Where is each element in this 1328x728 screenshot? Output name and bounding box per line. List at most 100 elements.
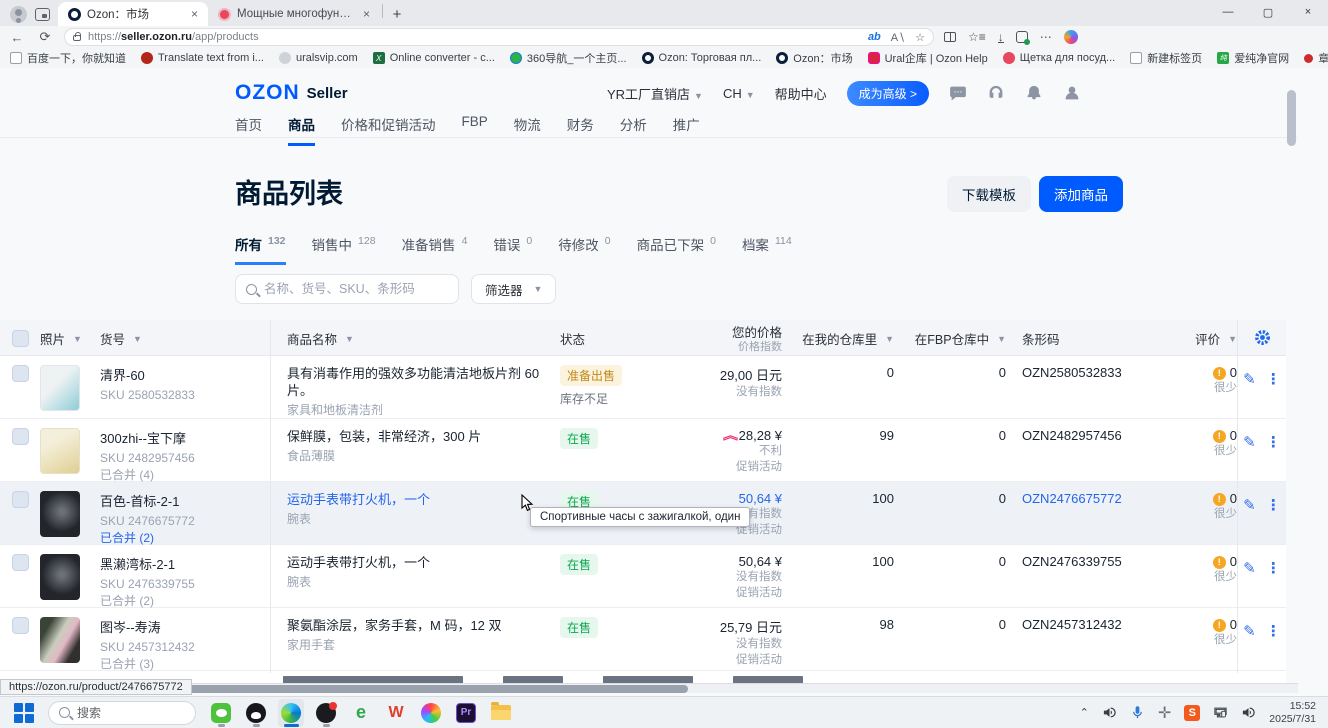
chat-icon[interactable] bbox=[949, 84, 967, 102]
add-product-button[interactable]: 添加商品 bbox=[1039, 176, 1123, 212]
row-menu-icon[interactable]: ⋮ bbox=[1266, 496, 1281, 547]
select-all-checkbox[interactable] bbox=[12, 330, 29, 347]
edit-icon[interactable]: ✎ bbox=[1243, 433, 1256, 484]
bookmark-item[interactable]: Translate text from i... bbox=[141, 52, 264, 64]
browser-tab-active[interactable]: Ozon：市场 × bbox=[58, 2, 208, 26]
product-search[interactable] bbox=[235, 274, 459, 304]
premiere-icon[interactable]: Pr bbox=[453, 699, 479, 727]
tab-all[interactable]: 所有132 bbox=[235, 234, 286, 265]
col-rating[interactable]: 评价▼ bbox=[1140, 327, 1237, 348]
workspaces-icon[interactable] bbox=[35, 8, 50, 21]
wechat-icon[interactable] bbox=[208, 699, 234, 727]
copilot-icon[interactable] bbox=[1064, 30, 1078, 44]
refresh-icon[interactable]: ⟳ bbox=[36, 29, 54, 45]
edit-icon[interactable]: ✎ bbox=[1243, 496, 1256, 547]
row-checkbox[interactable] bbox=[12, 428, 29, 445]
table-settings-gear-icon[interactable] bbox=[1254, 329, 1271, 346]
back-icon[interactable]: ← bbox=[8, 30, 26, 45]
address-bar[interactable]: https://seller.ozon.ru/app/products ab A… bbox=[64, 28, 934, 46]
taskbar-search[interactable]: 搜索 bbox=[48, 701, 196, 725]
row-checkbox[interactable] bbox=[12, 617, 29, 634]
merged-label[interactable]: 已合并 (3) bbox=[100, 656, 270, 673]
edge-icon[interactable] bbox=[278, 699, 304, 727]
col-article[interactable]: 货号▼ bbox=[100, 327, 270, 348]
col-fbp[interactable]: 在FBP仓库中▼ bbox=[894, 327, 1006, 348]
bookmark-item[interactable]: Ozon: Торговая пл... bbox=[642, 52, 762, 64]
tray-volume-icon[interactable] bbox=[1241, 705, 1256, 720]
row-menu-icon[interactable]: ⋮ bbox=[1266, 370, 1281, 419]
tab-ready[interactable]: 准备销售4 bbox=[402, 234, 468, 265]
col-name[interactable]: 商品名称▼ bbox=[270, 320, 560, 355]
table-row[interactable]: 300zhi--宝下摩 SKU 2482957456 已合并 (4) 保鲜膜，包… bbox=[0, 419, 1286, 482]
vertical-scrollbar[interactable] bbox=[1287, 90, 1296, 146]
horizontal-scrollbar[interactable] bbox=[0, 683, 1298, 693]
nav-home[interactable]: 首页 bbox=[235, 114, 262, 146]
edit-icon[interactable]: ✎ bbox=[1243, 370, 1256, 419]
nav-prices-promos[interactable]: 价格和促销活动 bbox=[341, 114, 436, 146]
bookmark-item[interactable]: 章鱼AI bbox=[1304, 50, 1328, 66]
browser-profile-icon[interactable] bbox=[10, 6, 27, 23]
barcode[interactable]: OZN2476675772 bbox=[1006, 482, 1140, 547]
nav-logistics[interactable]: 物流 bbox=[514, 114, 541, 146]
close-button[interactable]: × bbox=[1288, 0, 1328, 24]
notifications-bell-icon[interactable] bbox=[1025, 84, 1043, 102]
store-selector[interactable]: YR工厂直销店▼ bbox=[607, 84, 703, 103]
row-menu-icon[interactable]: ⋮ bbox=[1266, 622, 1281, 673]
product-name[interactable]: 具有消毒作用的强效多功能清洁地板片剂 60 片。 bbox=[287, 365, 560, 399]
image-viewer-icon[interactable] bbox=[418, 699, 444, 727]
tab-close-icon[interactable]: × bbox=[189, 7, 200, 21]
translate-icon[interactable]: ab bbox=[868, 31, 881, 43]
table-row[interactable]: 清界-60 SKU 2580532833 具有消毒作用的强效多功能清洁地板片剂 … bbox=[0, 356, 1286, 419]
bookmark-item[interactable]: XOnline converter - c... bbox=[373, 52, 495, 64]
tray-expand-icon[interactable]: ⌃ bbox=[1080, 706, 1089, 719]
row-checkbox[interactable] bbox=[12, 491, 29, 508]
product-name[interactable]: 聚氨酯涂层，家务手套，M 码，12 双 bbox=[287, 617, 560, 634]
lock-icon[interactable] bbox=[73, 35, 81, 41]
product-thumbnail[interactable] bbox=[40, 365, 80, 411]
bookmark-item[interactable]: 360导航_一个主页... bbox=[510, 50, 627, 66]
start-button[interactable] bbox=[14, 703, 34, 723]
ozon-logo[interactable]: OZON bbox=[235, 81, 300, 105]
nav-analytics[interactable]: 分析 bbox=[620, 114, 647, 146]
support-headset-icon[interactable] bbox=[987, 84, 1005, 102]
downloads-icon[interactable]: ↓ bbox=[998, 32, 1004, 43]
col-photo[interactable]: 照片▼ bbox=[40, 327, 100, 348]
download-template-button[interactable]: 下载模板 bbox=[947, 176, 1031, 212]
product-name[interactable]: 保鲜膜，包装，非常经济，300 片 bbox=[287, 428, 560, 445]
bookmark-item[interactable]: 纯爱纯净官网 bbox=[1217, 50, 1289, 66]
account-icon[interactable] bbox=[1063, 84, 1081, 102]
product-thumbnail[interactable] bbox=[40, 491, 80, 537]
tab-delisted[interactable]: 商品已下架0 bbox=[637, 234, 716, 265]
bookmark-item[interactable]: Щетка для посуд... bbox=[1003, 52, 1115, 64]
media-player-icon[interactable] bbox=[313, 699, 339, 727]
tab-close-icon[interactable]: × bbox=[361, 7, 372, 21]
product-thumbnail[interactable] bbox=[40, 554, 80, 600]
bookmark-item[interactable]: 新建标签页 bbox=[1130, 50, 1202, 66]
tab-archive[interactable]: 档案114 bbox=[742, 234, 792, 265]
minimize-button[interactable]: — bbox=[1208, 0, 1248, 24]
file-explorer-icon[interactable] bbox=[488, 699, 514, 727]
promo-label[interactable]: 促销活动 bbox=[700, 585, 782, 601]
product-thumbnail[interactable] bbox=[40, 428, 80, 474]
bookmark-item[interactable]: uralsvip.com bbox=[279, 52, 358, 64]
edit-icon[interactable]: ✎ bbox=[1243, 559, 1256, 610]
edit-icon[interactable]: ✎ bbox=[1243, 622, 1256, 673]
promo-label[interactable]: 促销活动 bbox=[700, 652, 782, 668]
premium-button[interactable]: 成为高级 > bbox=[847, 81, 929, 106]
table-row[interactable]: 黑濑湾标-2-1 SKU 2476339755 已合并 (2) 运动手表带打火机… bbox=[0, 545, 1286, 608]
filters-button[interactable]: 筛选器▼ bbox=[471, 274, 556, 304]
qq-icon[interactable] bbox=[243, 699, 269, 727]
product-thumbnail[interactable] bbox=[40, 617, 80, 663]
row-menu-icon[interactable]: ⋮ bbox=[1266, 433, 1281, 484]
nav-fbp[interactable]: FBP bbox=[462, 114, 488, 146]
table-row[interactable]: 图岑--寿涛 SKU 2457312432 已合并 (3) 聚氨酯涂层，家务手套… bbox=[0, 608, 1286, 671]
tray-remote-icon[interactable]: ✛ bbox=[1158, 703, 1171, 723]
bookmark-item[interactable]: Ozon：市场 bbox=[776, 50, 852, 66]
product-name[interactable]: 运动手表带打火机，一个 bbox=[287, 554, 560, 571]
read-aloud-icon[interactable]: A∖ bbox=[891, 31, 905, 44]
nav-products[interactable]: 商品 bbox=[288, 114, 315, 146]
browser-essentials-icon[interactable] bbox=[1016, 31, 1028, 43]
tab-to-fix[interactable]: 待修改0 bbox=[558, 234, 610, 265]
row-checkbox[interactable] bbox=[12, 365, 29, 382]
browser-tab-inactive[interactable]: Мощные многофункциональнь × bbox=[208, 2, 380, 26]
